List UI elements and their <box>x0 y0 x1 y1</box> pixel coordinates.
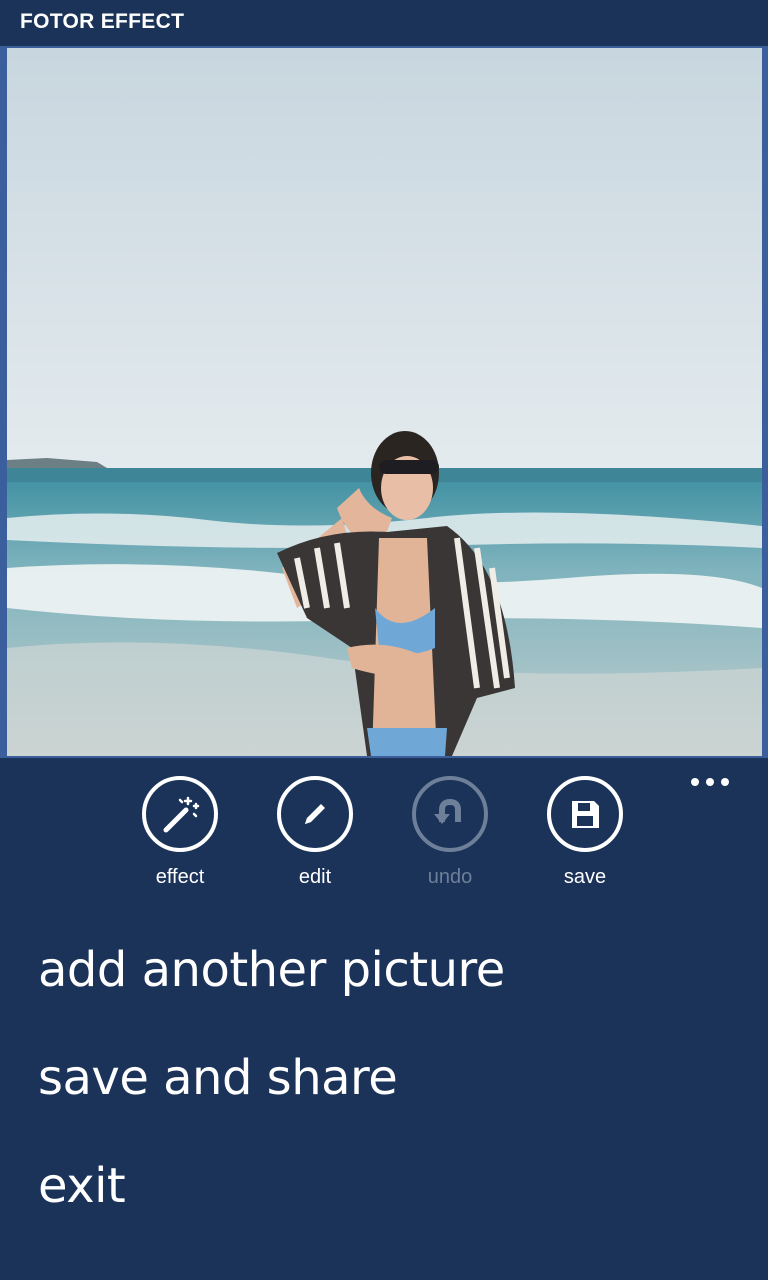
effect-button[interactable]: effect <box>130 776 230 896</box>
more-options-ellipsis-icon[interactable] <box>682 770 738 794</box>
effect-button-label: effect <box>155 866 205 888</box>
magic-wand-icon <box>163 796 200 833</box>
menu-item-add-another-picture[interactable]: add another picture <box>0 930 768 1038</box>
undo-button-label: undo <box>427 866 473 888</box>
save-button-circle <box>547 776 623 852</box>
menu-item-exit[interactable]: exit <box>0 1146 768 1254</box>
pencil-icon <box>305 804 325 824</box>
ellipsis-dot <box>691 778 699 786</box>
title-bar: FOTOR EFFECT <box>0 0 768 46</box>
beach-photo-image <box>7 48 762 756</box>
application-bar: effect edit undo save <box>0 758 768 908</box>
undo-icon <box>434 798 461 824</box>
undo-button[interactable]: undo <box>400 776 500 896</box>
save-button-label: save <box>563 866 607 888</box>
undo-button-circle <box>412 776 488 852</box>
app-title: FOTOR EFFECT <box>20 10 185 33</box>
edit-button[interactable]: edit <box>265 776 365 896</box>
save-button[interactable]: save <box>535 776 635 896</box>
menu-item-save-and-share[interactable]: save and share <box>0 1038 768 1146</box>
appbar-menu: add another picture save and share exit <box>0 930 768 1254</box>
floppy-disk-icon <box>572 801 599 828</box>
edit-button-circle <box>277 776 353 852</box>
effect-button-circle <box>142 776 218 852</box>
ellipsis-dot <box>706 778 714 786</box>
photo-frame <box>0 46 768 758</box>
ellipsis-dot <box>721 778 729 786</box>
edit-button-label: edit <box>298 866 332 888</box>
photo-canvas[interactable] <box>7 48 762 756</box>
